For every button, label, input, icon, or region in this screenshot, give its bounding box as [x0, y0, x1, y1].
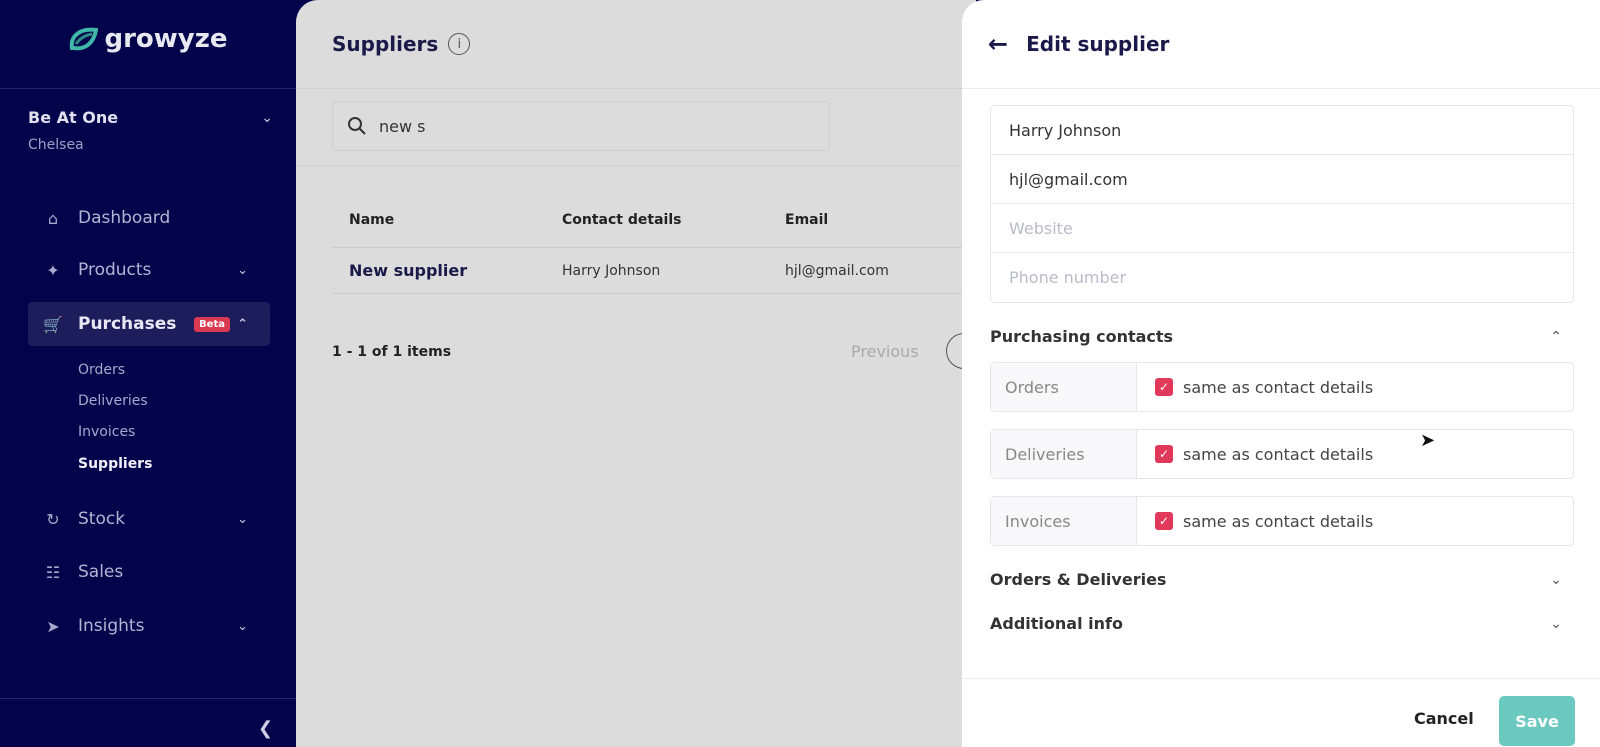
website-field[interactable]: Website — [991, 204, 1573, 253]
column-header-email[interactable]: Email — [785, 212, 828, 228]
panel-title: Edit supplier — [1026, 32, 1170, 56]
org-name: Be At One — [28, 108, 119, 127]
divider — [332, 293, 976, 294]
phone-field[interactable]: Phone number — [991, 253, 1573, 302]
section-title: Purchasing contacts — [990, 327, 1174, 346]
org-switcher[interactable]: Be At One Chelsea ⌄ — [28, 108, 273, 153]
sidebar-subitem-deliveries[interactable]: Deliveries — [78, 393, 148, 409]
contact-label: Orders — [991, 363, 1137, 411]
sidebar-item-label: Insights — [78, 616, 145, 636]
chevron-down-icon: ⌄ — [261, 110, 273, 126]
mouse-cursor-icon: ➤ — [1420, 430, 1436, 451]
sidebar-subitem-invoices[interactable]: Invoices — [78, 424, 135, 440]
home-icon: ⌂ — [47, 208, 59, 228]
checkbox-label: same as contact details — [1183, 377, 1374, 397]
brand-name: growyze — [104, 24, 228, 54]
search-icon — [348, 117, 366, 135]
divider — [332, 247, 976, 248]
info-icon[interactable]: i — [448, 33, 471, 55]
supplier-email: hjl@gmail.com — [785, 263, 889, 279]
checkbox-checked-icon[interactable]: ✓ — [1155, 512, 1173, 530]
contact-row-invoices: Invoices ✓ same as contact details — [990, 496, 1574, 546]
sidebar-item-dashboard[interactable]: ⌂ Dashboard — [28, 196, 270, 240]
beta-badge: Beta — [194, 316, 230, 332]
purchasing-contacts-header[interactable]: Purchasing contacts ⌃ — [990, 327, 1574, 346]
bottle-icon: ✦ — [46, 260, 60, 280]
collapse-sidebar-icon[interactable]: ❮ — [258, 718, 273, 739]
sidebar: growyze Be At One Chelsea ⌄ ⌂ Dashboard ✦… — [0, 0, 296, 747]
page-title: Suppliers i — [332, 32, 471, 56]
sidebar-item-label: Stock — [78, 509, 126, 529]
sidebar-item-purchases[interactable]: 🛒 Purchases Beta ⌃ — [28, 302, 270, 346]
save-button[interactable]: Save — [1499, 696, 1575, 746]
divider — [296, 165, 976, 166]
sidebar-subitem-suppliers[interactable]: Suppliers — [78, 456, 152, 472]
coins-icon: ☷ — [45, 562, 61, 582]
search-input[interactable]: new s — [332, 101, 830, 151]
cart-icon: 🛒 — [43, 314, 63, 334]
section-title: Orders & Deliveries — [990, 570, 1167, 589]
chevron-down-icon: ⌄ — [1550, 571, 1562, 588]
sidebar-item-label: Dashboard — [78, 208, 171, 228]
contact-name-field[interactable]: Harry Johnson — [991, 106, 1573, 155]
page-title-text: Suppliers — [332, 32, 439, 56]
sidebar-item-sales[interactable]: ☷ Sales — [28, 550, 270, 594]
suppliers-page: Suppliers i new s Name Contact details Em… — [296, 0, 982, 747]
sidebar-item-stock[interactable]: ↻ Stock ⌄ — [28, 497, 270, 541]
supplier-name-link[interactable]: New supplier — [349, 261, 467, 280]
cancel-button[interactable]: Cancel — [1414, 709, 1474, 728]
chevron-up-icon: ⌃ — [1550, 328, 1562, 345]
same-as-checkbox[interactable]: ✓ same as contact details — [1137, 497, 1373, 545]
chevron-up-icon: ⌃ — [237, 316, 248, 332]
sidebar-subitem-orders[interactable]: Orders — [78, 362, 125, 378]
divider — [296, 88, 976, 89]
section-title: Additional info — [990, 614, 1123, 633]
orders-deliveries-header[interactable]: Orders & Deliveries ⌄ — [990, 570, 1574, 589]
checkbox-checked-icon[interactable]: ✓ — [1155, 378, 1173, 396]
leaf-logo-icon — [70, 27, 99, 51]
logo[interactable]: growyze — [0, 24, 296, 54]
sidebar-item-label: Products — [78, 260, 152, 280]
email-field[interactable]: hjl@gmail.com — [991, 155, 1573, 204]
chevron-down-icon: ⌄ — [237, 262, 248, 278]
back-arrow-icon[interactable]: ← — [988, 30, 1008, 58]
same-as-checkbox[interactable]: ✓ same as contact details — [1137, 430, 1373, 478]
contact-row-deliveries: Deliveries ✓ same as contact details — [990, 429, 1574, 479]
panel-header: ← Edit supplier — [988, 30, 1169, 58]
pagination-summary: 1 - 1 of 1 items — [332, 344, 452, 360]
column-header-contact[interactable]: Contact details — [562, 212, 681, 228]
same-as-checkbox[interactable]: ✓ same as contact details — [1137, 363, 1373, 411]
additional-info-header[interactable]: Additional info ⌄ — [990, 614, 1574, 633]
divider — [962, 678, 1600, 679]
sidebar-item-label: Sales — [78, 562, 124, 582]
edit-supplier-panel: ← Edit supplier Harry Johnson hjl@gmail.… — [962, 0, 1600, 747]
divider — [0, 698, 296, 699]
sidebar-item-insights[interactable]: ➤ Insights ⌄ — [28, 604, 270, 648]
previous-button[interactable]: Previous — [851, 342, 919, 361]
contact-row-orders: Orders ✓ same as contact details — [990, 362, 1574, 412]
sidebar-item-label: Purchases — [78, 314, 177, 334]
rocket-icon: ➤ — [46, 616, 60, 636]
supplier-contact: Harry Johnson — [562, 263, 661, 279]
column-header-name[interactable]: Name — [349, 212, 394, 228]
divider — [0, 88, 296, 89]
chevron-down-icon: ⌄ — [237, 511, 248, 527]
contact-label: Deliveries — [991, 430, 1137, 478]
refresh-icon: ↻ — [46, 509, 60, 529]
checkbox-label: same as contact details — [1183, 444, 1374, 464]
chevron-down-icon: ⌄ — [237, 618, 248, 634]
chevron-down-icon: ⌄ — [1550, 615, 1562, 632]
divider — [962, 88, 1600, 89]
checkbox-checked-icon[interactable]: ✓ — [1155, 445, 1173, 463]
contact-label: Invoices — [991, 497, 1137, 545]
checkbox-label: same as contact details — [1183, 511, 1374, 531]
search-value: new s — [379, 116, 426, 136]
contact-fields: Harry Johnson hjl@gmail.com Website Phon… — [990, 105, 1574, 303]
sidebar-item-products[interactable]: ✦ Products ⌄ — [28, 248, 270, 292]
org-location: Chelsea — [28, 137, 84, 153]
